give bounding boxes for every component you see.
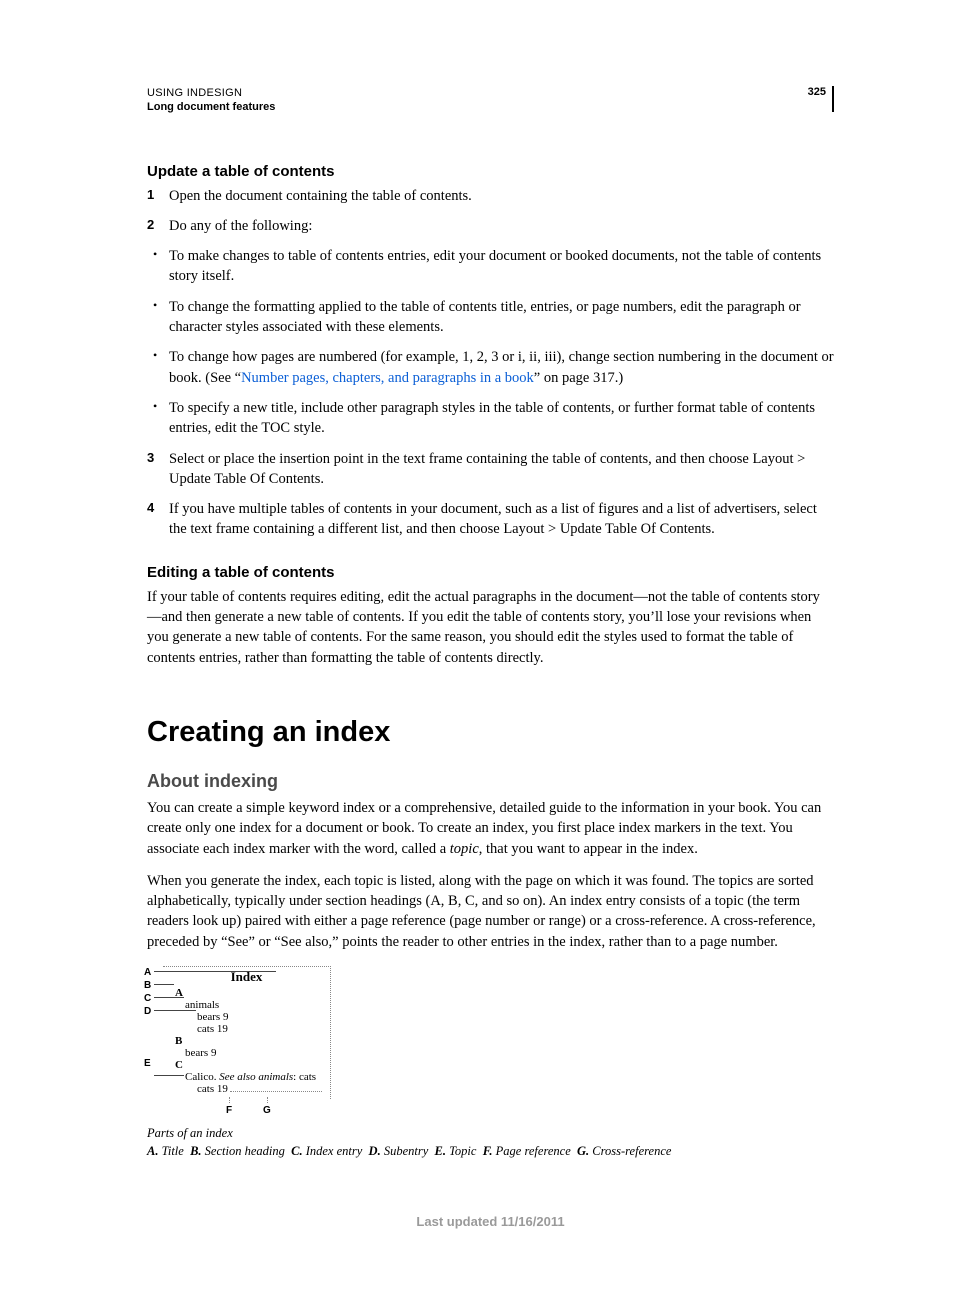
figure-section-heading: B [175, 1035, 324, 1047]
step-text: Select or place the insertion point in t… [169, 451, 805, 487]
bullet-item: To specify a new title, include other pa… [147, 398, 834, 439]
bullet-text: To specify a new title, include other pa… [169, 400, 815, 436]
legend-value: Title [162, 1144, 184, 1158]
figure-index-parts: A B C D E Index A animals bears 9 cats 1… [147, 966, 834, 1160]
header-chapter: Long document features [147, 100, 275, 114]
figure-cross-reference: Calico. See also animals: cats [185, 1071, 324, 1083]
step-4: 4 If you have multiple tables of content… [147, 499, 834, 540]
figure-section-heading: A [175, 987, 324, 999]
step-text: Open the document containing the table o… [169, 188, 472, 204]
figure-side-callouts: A B C D E [144, 966, 151, 1070]
term-topic: topic [450, 841, 479, 857]
body-paragraph: You can create a simple keyword index or… [147, 798, 834, 859]
bullet-list: To make changes to table of contents ent… [147, 246, 834, 438]
caption-legend: A. Title B. Section heading C. Index ent… [147, 1143, 834, 1161]
para-text: , that you want to appear in the index. [479, 841, 698, 857]
legend-key: D [369, 1144, 378, 1158]
header-left: USING INDESIGN Long document features [147, 86, 275, 115]
bullet-text: To change the formatting applied to the … [169, 299, 801, 335]
bullet-item: To make changes to table of contents ent… [147, 246, 834, 287]
figure-leader-dots [230, 1083, 322, 1092]
cross-target: : cats [293, 1071, 316, 1083]
legend-value: Section heading [205, 1144, 285, 1158]
heading-about-indexing: About indexing [147, 771, 834, 792]
figure-entry: bears 9 [185, 1047, 324, 1059]
step-number: 4 [147, 499, 154, 517]
figure-entry: animals [185, 999, 324, 1011]
bullet-item: To change how pages are numbered (for ex… [147, 347, 834, 388]
bullet-item: To change the formatting applied to the … [147, 297, 834, 338]
heading-creating-index: Creating an index [147, 716, 834, 749]
legend-value: Cross-reference [592, 1144, 671, 1158]
figure-title: Index [169, 969, 324, 985]
step-number: 2 [147, 216, 154, 234]
page-number: 325 [808, 86, 834, 112]
legend-key: G [577, 1144, 586, 1158]
figure-subentry: cats 19 [197, 1083, 228, 1095]
caption-title: Parts of an index [147, 1125, 834, 1143]
cross-reference-link[interactable]: Number pages, chapters, and paragraphs i… [241, 370, 534, 386]
callout-label: F [226, 1105, 232, 1116]
legend-value: Page reference [496, 1144, 571, 1158]
step-1: 1 Open the document containing the table… [147, 186, 834, 206]
legend-value: Topic [449, 1144, 476, 1158]
step-number: 3 [147, 449, 154, 467]
cross-topic: Calico. [185, 1071, 219, 1083]
figure-bottom-callouts: F G [163, 1099, 331, 1119]
figure-subentry: cats 19 [197, 1023, 324, 1035]
figure-subentry: bears 9 [197, 1011, 324, 1023]
numbered-list: 1 Open the document containing the table… [147, 186, 834, 237]
legend-value: Index entry [306, 1144, 363, 1158]
callout-label: D [144, 1005, 151, 1018]
running-header: USING INDESIGN Long document features 32… [147, 86, 834, 115]
step-3: 3 Select or place the insertion point in… [147, 449, 834, 490]
step-2: 2 Do any of the following: [147, 216, 834, 236]
body-paragraph: When you generate the index, each topic … [147, 871, 834, 952]
cross-see-also: See also animals [219, 1071, 293, 1083]
legend-value: Subentry [384, 1144, 428, 1158]
heading-update-toc: Update a table of contents [147, 163, 834, 180]
footer-last-updated: Last updated 11/16/2011 [147, 1214, 834, 1229]
heading-editing-toc: Editing a table of contents [147, 564, 834, 581]
callout-label: A [144, 966, 151, 979]
bullet-text: To make changes to table of contents ent… [169, 248, 821, 284]
header-product: USING INDESIGN [147, 86, 275, 100]
bullet-text-suffix: ” on page 317.) [534, 370, 623, 386]
body-paragraph: If your table of contents requires editi… [147, 587, 834, 668]
figure-section-heading: C [175, 1059, 324, 1071]
step-number: 1 [147, 186, 154, 204]
callout-label: G [263, 1105, 271, 1116]
callout-label: B [144, 979, 151, 992]
step-text: If you have multiple tables of contents … [169, 501, 817, 537]
callout-label: C [144, 992, 151, 1005]
callout-label: E [144, 1057, 151, 1070]
step-text: Do any of the following: [169, 218, 312, 234]
numbered-list-cont: 3 Select or place the insertion point in… [147, 449, 834, 540]
figure-caption: Parts of an index A. Title B. Section he… [147, 1125, 834, 1160]
legend-key: E [435, 1144, 443, 1158]
